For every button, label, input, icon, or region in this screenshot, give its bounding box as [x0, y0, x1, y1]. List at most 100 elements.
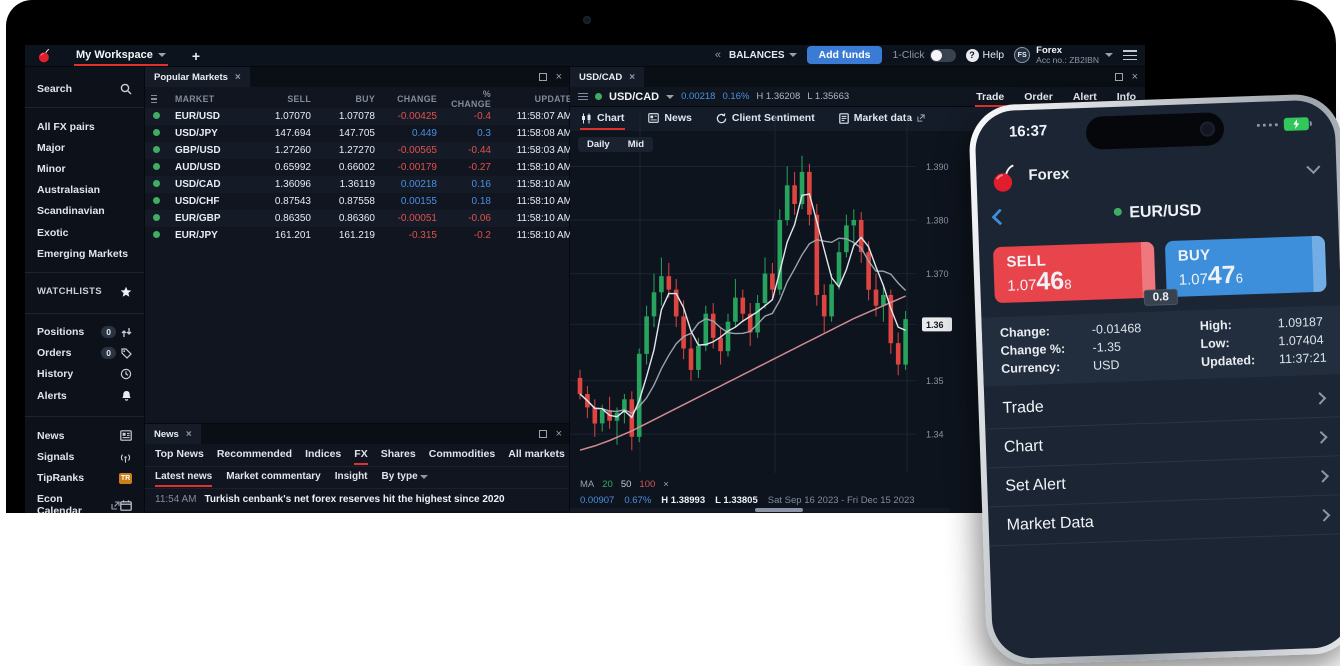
account-menu[interactable]: FS Forex Acc no.: ZB2IBN	[1014, 46, 1113, 65]
timeframe-daily-button[interactable]: Daily	[578, 137, 619, 152]
buy-price[interactable]: 1.36119	[315, 179, 379, 190]
news-tab-shares[interactable]: Shares	[381, 444, 416, 466]
news-tab-indices[interactable]: Indices	[305, 444, 341, 466]
buy-button[interactable]: BUY 1.07476	[1164, 236, 1326, 298]
close-icon[interactable]: ×	[186, 429, 192, 440]
one-click-toggle[interactable]	[930, 49, 956, 62]
buy-price[interactable]: 147.705	[315, 128, 379, 139]
news-subtab-market-commentary[interactable]: Market commentary	[226, 468, 320, 487]
close-icon[interactable]: ×	[556, 428, 562, 440]
table-row[interactable]: GBP/USD1.272601.27270-0.00565-0.4411:58:…	[145, 142, 569, 159]
sidebar-item-alerts[interactable]: Alerts	[25, 385, 144, 406]
ma-50-label[interactable]: 50	[621, 479, 632, 490]
sidebar-item-minor[interactable]: Minor	[25, 158, 144, 179]
sell-price[interactable]: 0.87543	[251, 196, 315, 207]
maximize-icon[interactable]	[539, 73, 547, 81]
chart-scrollbar[interactable]	[570, 508, 950, 512]
maximize-icon[interactable]	[539, 430, 547, 438]
markets-panel-tab[interactable]: Popular Markets ×	[145, 67, 250, 87]
balances-dropdown[interactable]: BALANCES	[729, 50, 797, 61]
news-item-time: 11:54 AM	[155, 494, 197, 505]
sidebar-item-watchlists[interactable]: WATCHLISTS	[25, 281, 144, 302]
action-trade[interactable]: Trade	[975, 88, 1005, 106]
sell-price[interactable]: 147.694	[251, 128, 315, 139]
timeframe-mid-button[interactable]: Mid	[619, 137, 653, 152]
sidebar-item-orders[interactable]: Orders 0	[25, 343, 144, 364]
table-row[interactable]: EUR/JPY161.201161.219-0.315-0.211:58:10 …	[145, 227, 569, 244]
sell-price[interactable]: 1.27260	[251, 145, 315, 156]
sidebar-item-emerging-markets[interactable]: Emerging Markets	[25, 243, 144, 264]
instrument-change: 0.00218	[681, 91, 715, 102]
market-status-dot	[151, 179, 175, 190]
news-subtab-latest-news[interactable]: Latest news	[155, 468, 212, 487]
news-subtab-by-type[interactable]: By type	[382, 468, 429, 487]
collapse-icon[interactable]: «	[715, 49, 719, 61]
buy-price[interactable]: 0.66002	[315, 162, 379, 173]
news-subtab-insight[interactable]: Insight	[335, 468, 368, 487]
close-icon[interactable]: ×	[629, 72, 635, 83]
table-row[interactable]: USD/CHF0.875430.875580.001550.1811:58:10…	[145, 193, 569, 210]
sell-price[interactable]: 1.36096	[251, 179, 315, 190]
sidebar-item-tipranks[interactable]: TipRanks TR	[25, 468, 144, 489]
buy-price[interactable]: 0.86360	[315, 213, 379, 224]
sidebar-item-australasian[interactable]: Australasian	[25, 180, 144, 201]
news-list-item[interactable]: 11:54 AM Turkish cenbank's net forex res…	[145, 488, 569, 510]
chevron-down-icon[interactable]	[666, 95, 674, 99]
news-tab-all-markets[interactable]: All markets	[508, 444, 565, 466]
buy-price[interactable]: 0.87558	[315, 196, 379, 207]
sidebar-item-econ-calendar[interactable]: Econ Calendar	[25, 489, 144, 513]
table-row[interactable]: EUR/USD1.070701.07078-0.00425-0.411:58:0…	[145, 108, 569, 125]
workspace-list-icon[interactable]	[1123, 50, 1137, 60]
maximize-icon[interactable]	[1115, 73, 1123, 81]
add-funds-button[interactable]: Add funds	[807, 46, 883, 64]
close-icon[interactable]: ×	[1132, 71, 1138, 83]
sell-price[interactable]: 1.07070	[251, 111, 315, 122]
sidebar-item-scandinavian[interactable]: Scandinavian	[25, 201, 144, 222]
table-row[interactable]: USD/JPY147.694147.7050.4490.311:58:08 AM	[145, 125, 569, 142]
help-button[interactable]: ? Help	[966, 49, 1005, 62]
table-row[interactable]: EUR/GBP0.863500.86360-0.00051-0.0611:58:…	[145, 210, 569, 227]
sidebar-item-major[interactable]: Major	[25, 137, 144, 158]
news-tab-commodities[interactable]: Commodities	[429, 444, 496, 466]
close-icon[interactable]: ×	[556, 71, 562, 83]
news-tab-recommended[interactable]: Recommended	[217, 444, 292, 466]
search-input[interactable]: Search	[37, 83, 132, 95]
close-icon[interactable]: ×	[235, 72, 241, 83]
sell-price[interactable]: 0.65992	[251, 162, 315, 173]
scrollbar-handle[interactable]	[755, 508, 803, 512]
brand-logo-icon	[990, 162, 1019, 193]
chart-panel-tab[interactable]: USD/CAD ×	[570, 67, 644, 87]
close-icon[interactable]: ×	[663, 479, 669, 490]
menu-icon[interactable]	[151, 95, 161, 103]
news-panel-tab[interactable]: News ×	[145, 424, 201, 444]
instrument-low: L 1.35663	[807, 91, 849, 102]
news-label: News	[37, 430, 64, 442]
sidebar-item-news[interactable]: News	[25, 425, 144, 446]
buy-price[interactable]: 161.219	[315, 230, 379, 241]
news-tab-fx[interactable]: FX	[354, 444, 367, 466]
news-tab-top-news[interactable]: Top News	[155, 444, 204, 466]
news-subtabs: Latest news Market commentary Insight By ty…	[145, 467, 569, 488]
phone-brand-row[interactable]: Forex	[976, 149, 1337, 202]
sell-price[interactable]: 161.201	[251, 230, 315, 241]
sidebar-item-signals[interactable]: Signals	[25, 446, 144, 467]
ma-100-label[interactable]: 100	[639, 479, 655, 490]
chevron-down-icon[interactable]	[1306, 160, 1320, 174]
sidebar-item-history[interactable]: History	[25, 364, 144, 385]
ma-20-label[interactable]: 20	[602, 479, 613, 490]
ma-legend: MA 20 50 100 ×	[580, 479, 669, 490]
sidebar-item-positions[interactable]: Positions 0	[25, 322, 144, 343]
sidebar-item-exotic[interactable]: Exotic	[25, 222, 144, 243]
new-workspace-button[interactable]: +	[192, 48, 200, 64]
sell-button[interactable]: SELL 1.07468	[993, 242, 1155, 304]
workspace-tab[interactable]: My Workspace	[74, 46, 168, 66]
menu-icon[interactable]	[578, 93, 588, 101]
table-row[interactable]: AUD/USD0.659920.66002-0.00179-0.2711:58:…	[145, 159, 569, 176]
table-row[interactable]: USD/CAD1.360961.361190.002180.1611:58:10…	[145, 176, 569, 193]
sell-price[interactable]: 0.86350	[251, 213, 315, 224]
buy-price[interactable]: 1.07078	[315, 111, 379, 122]
dynamic-island	[1085, 112, 1224, 150]
stat-value: 11:37:21	[1279, 351, 1327, 367]
buy-price[interactable]: 1.27270	[315, 145, 379, 156]
sidebar-item-all-fx-pairs[interactable]: All FX pairs	[25, 116, 144, 137]
